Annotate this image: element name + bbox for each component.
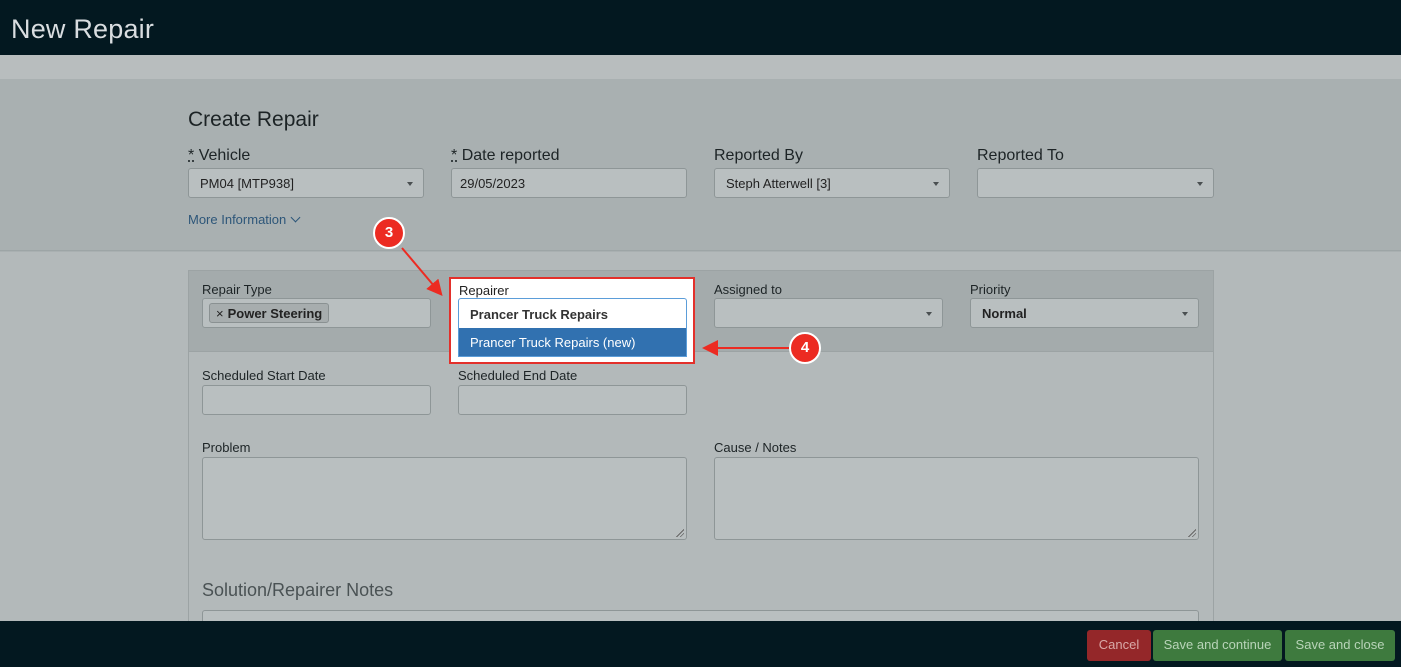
cancel-button[interactable]: Cancel (1087, 630, 1151, 661)
save-and-continue-button[interactable]: Save and continue (1153, 630, 1282, 661)
annotation-arrows (401, 247, 789, 356)
step-4-badge: 4 (789, 332, 821, 364)
arrow-step-3 (401, 247, 443, 297)
save-and-close-button[interactable]: Save and close (1285, 630, 1395, 661)
step-3-badge: 3 (373, 217, 405, 249)
